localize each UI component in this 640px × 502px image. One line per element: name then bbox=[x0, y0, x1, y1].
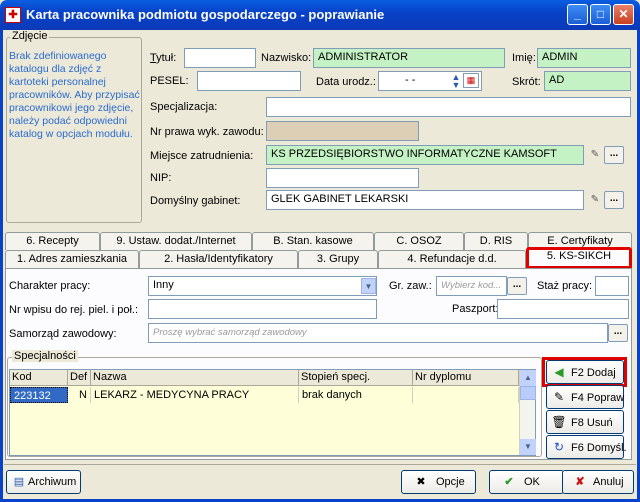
charakter-label: Charakter pracy: bbox=[9, 280, 91, 292]
specjalizacja-label: Specjalizacja: bbox=[150, 101, 218, 113]
specjalizacja-field[interactable] bbox=[266, 97, 631, 117]
table-cell-kod[interactable]: 223132 bbox=[10, 387, 68, 403]
table-cell-def[interactable]: N bbox=[68, 387, 91, 403]
gr-zaw-field[interactable]: Wybierz kod... bbox=[436, 276, 507, 296]
scroll-down-icon[interactable]: ▼ bbox=[520, 439, 536, 455]
staz-label: Staż pracy: bbox=[537, 280, 593, 292]
close-button[interactable]: ✕ bbox=[613, 4, 634, 25]
tab-hasla[interactable]: 2. Hasła/Identyfikatory bbox=[139, 250, 298, 268]
tab-osoz[interactable]: C. OSOZ bbox=[374, 232, 464, 250]
gabinet-browse-button[interactable]: ... bbox=[604, 191, 624, 209]
prawo-label: Nr prawa wyk. zawodu: bbox=[150, 126, 264, 138]
miejsce-label: Miejsce zatrudnienia: bbox=[150, 150, 254, 162]
col-header-kod[interactable]: Kod bbox=[10, 370, 68, 386]
scroll-thumb[interactable] bbox=[520, 386, 536, 400]
paszport-label: Paszport: bbox=[452, 303, 499, 315]
refresh-icon: ↻ bbox=[553, 440, 565, 454]
prawo-field[interactable] bbox=[266, 121, 419, 141]
medical-card-icon: ✚ bbox=[5, 7, 21, 23]
gabinet-field[interactable]: GLEK GABINET LEKARSKI bbox=[266, 190, 584, 210]
tab-ris[interactable]: D. RIS bbox=[464, 232, 528, 250]
gabinet-label: Domyślny gabinet: bbox=[150, 195, 241, 207]
checkmark-icon: ✔ bbox=[504, 476, 514, 488]
add-button[interactable]: ◀ F2 Dodaj bbox=[546, 360, 624, 384]
scroll-up-icon[interactable]: ▲ bbox=[520, 370, 536, 386]
nazwisko-field[interactable]: ADMINISTRATOR bbox=[313, 48, 505, 68]
col-header-def[interactable]: Def bbox=[68, 370, 91, 386]
clear-lookup-icon[interactable]: ✎ bbox=[586, 147, 604, 163]
table-row[interactable]: 223132 N LEKARZ - MEDYCYNA PRACY brak da… bbox=[10, 387, 519, 403]
charakter-select[interactable]: Inny bbox=[148, 276, 377, 296]
ok-button[interactable]: ✔ OK bbox=[489, 470, 564, 494]
nip-field[interactable] bbox=[266, 168, 419, 188]
imie-field[interactable]: ADMIN bbox=[537, 48, 631, 68]
staz-field[interactable] bbox=[595, 276, 629, 296]
tab-ks-sikch[interactable]: 5. KS-SIKCH bbox=[526, 247, 632, 269]
minimize-button[interactable]: _ bbox=[567, 4, 588, 25]
table-cell-dyplom[interactable] bbox=[413, 387, 519, 403]
tab-recepty[interactable]: 6. Recepty bbox=[5, 232, 100, 250]
samorzad-label: Samorząd zawodowy: bbox=[9, 328, 117, 340]
col-header-stopien[interactable]: Stopień specj. bbox=[299, 370, 413, 386]
default-button[interactable]: ↻ F6 Domyśl. bbox=[546, 435, 627, 459]
specjalnosci-label: Specjalności bbox=[12, 350, 78, 362]
table-cell-nazwa[interactable]: LEKARZ - MEDYCYNA PRACY bbox=[91, 387, 299, 403]
delete-button[interactable]: 🗑 F8 Usuń bbox=[546, 410, 624, 434]
maximize-button[interactable]: □ bbox=[590, 4, 611, 25]
table-scrollbar[interactable]: ▲ ▼ bbox=[519, 370, 536, 455]
gr-zaw-browse-button[interactable]: ... bbox=[507, 277, 527, 295]
chevron-down-icon[interactable]: ▼ bbox=[361, 278, 376, 294]
cancel-button[interactable]: ✘ Anuluj bbox=[562, 470, 634, 494]
photo-missing-message: Brak zdefiniowanego katalogu dla zdjęć z… bbox=[9, 50, 140, 140]
miejsce-browse-button[interactable]: ... bbox=[604, 146, 624, 164]
gr-zaw-label: Gr. zaw.: bbox=[389, 280, 432, 292]
samorzad-field[interactable]: Proszę wybrać samorząd zawodowy bbox=[148, 323, 608, 343]
window-title: Karta pracownika podmiotu gospodarczego … bbox=[26, 7, 385, 22]
tab-grupy[interactable]: 3. Grupy bbox=[298, 250, 378, 268]
calendar-icon[interactable]: ▦ bbox=[463, 73, 479, 88]
trash-icon: 🗑 bbox=[551, 415, 567, 429]
date-spinner-icon[interactable]: ▲ ▼ bbox=[450, 73, 462, 90]
archive-icon: ▤ bbox=[13, 476, 25, 488]
clear-gabinet-icon[interactable]: ✎ bbox=[586, 192, 604, 208]
pesel-field[interactable] bbox=[197, 71, 301, 91]
minimize-icon: _ bbox=[574, 7, 581, 21]
archive-button[interactable]: ▤ Archiwum bbox=[6, 470, 81, 494]
data-urodz-label: Data urodz.: bbox=[316, 76, 376, 88]
nazwisko-label: Nazwisko: bbox=[261, 52, 312, 64]
photo-group-label: Zdjęcie bbox=[10, 30, 50, 42]
tytul-field[interactable] bbox=[184, 48, 256, 68]
skrot-field[interactable]: AD bbox=[544, 71, 631, 91]
cancel-icon: ✘ bbox=[575, 476, 585, 488]
maximize-icon: □ bbox=[596, 7, 605, 21]
tytul-label: Tytuł: bbox=[150, 52, 177, 64]
skrot-label: Skrót: bbox=[512, 76, 541, 88]
footer-divider bbox=[4, 464, 636, 465]
samorzad-browse-button[interactable]: ... bbox=[608, 324, 628, 342]
specjalnosci-table[interactable]: Kod Def Nazwa Stopień specj. Nr dyplomu … bbox=[9, 369, 536, 456]
tab-stan-kasowe[interactable]: B. Stan. kasowe bbox=[252, 232, 374, 250]
add-icon: ◀ bbox=[554, 365, 564, 379]
title-bar[interactable]: ✚ Karta pracownika podmiotu gospodarczeg… bbox=[0, 0, 640, 30]
tab-refundacje[interactable]: 4. Refundacje d.d. bbox=[378, 250, 526, 268]
nip-label: NIP: bbox=[150, 172, 172, 184]
col-header-nazwa[interactable]: Nazwa bbox=[91, 370, 299, 386]
tab-adres[interactable]: 1. Adres zamieszkania bbox=[5, 250, 139, 268]
edit-button[interactable]: ✎ F4 Popraw bbox=[546, 385, 624, 409]
edit-icon: ✎ bbox=[553, 390, 565, 404]
wpis-label: Nr wpisu do rej. piel. i poł.: bbox=[9, 304, 138, 316]
close-icon: ✕ bbox=[618, 7, 629, 21]
tab-ustaw-dodat[interactable]: 9. Ustaw. dodat./Internet bbox=[100, 232, 252, 250]
col-header-dyplom[interactable]: Nr dyplomu bbox=[413, 370, 519, 386]
paszport-field[interactable] bbox=[497, 299, 629, 319]
table-cell-stopien[interactable]: brak danych bbox=[299, 387, 413, 403]
miejsce-field[interactable]: KS PRZEDSIĘBIORSTWO INFORMATYCZNE KAMSOF… bbox=[266, 145, 584, 165]
wpis-field[interactable] bbox=[148, 299, 377, 319]
pesel-label: PESEL: bbox=[150, 75, 189, 87]
options-button[interactable]: ✖ Opcje bbox=[401, 470, 476, 494]
tools-icon: ✖ bbox=[416, 476, 426, 488]
imie-label: Imię: bbox=[512, 52, 536, 64]
